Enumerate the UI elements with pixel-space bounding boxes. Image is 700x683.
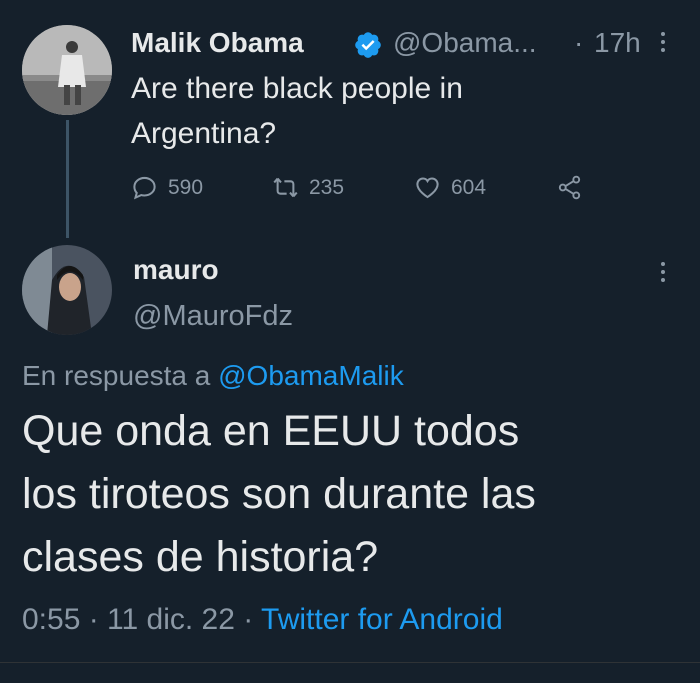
author-handle[interactable]: @Obama...: [393, 27, 537, 59]
reply-button[interactable]: 590: [131, 174, 203, 201]
tweet-text-line: clases de historia?: [22, 533, 379, 581]
divider: [0, 662, 700, 663]
retweet-icon: [273, 177, 298, 198]
tweet-timestamp[interactable]: 0:55 · 11 dic. 22 ·: [22, 603, 253, 636]
retweet-count: 235: [309, 175, 345, 199]
tweet-meta: 0:55 · 11 dic. 22 · Twitter for Android: [22, 603, 503, 637]
reply-prefix: En respuesta a: [22, 360, 211, 391]
verified-badge-icon: [353, 30, 383, 60]
thread-line: [66, 120, 69, 238]
reply-count: 590: [168, 175, 204, 199]
like-button[interactable]: 604: [414, 174, 486, 201]
like-count: 604: [451, 175, 487, 199]
more-options-icon[interactable]: [660, 32, 666, 52]
tweet-text-line: los tiroteos son durante las: [22, 470, 536, 518]
tweet-text-line: Are there black people in: [131, 72, 463, 105]
avatar-malik-obama[interactable]: [22, 25, 112, 115]
tweet-source[interactable]: Twitter for Android: [261, 603, 503, 636]
reply-icon: [133, 176, 156, 200]
reply-to-handle[interactable]: @ObamaMalik: [218, 360, 404, 391]
tweet-text-line: Argentina?: [131, 117, 277, 150]
heart-icon: [416, 177, 439, 199]
author-name[interactable]: Malik Obama: [131, 27, 304, 59]
tweet-text-line: Que onda en EEUU todos: [22, 407, 520, 455]
time-separator: ·: [574, 27, 584, 58]
tweet-time[interactable]: 17h: [594, 27, 641, 59]
share-button[interactable]: [556, 174, 583, 201]
author-handle[interactable]: @MauroFdz: [133, 300, 293, 333]
author-name[interactable]: mauro: [133, 254, 219, 286]
reply-context: En respuesta a @ObamaMalik: [22, 360, 404, 392]
avatar-mauro[interactable]: [22, 245, 112, 335]
more-options-icon[interactable]: [660, 262, 666, 282]
share-icon: [558, 175, 581, 200]
retweet-button[interactable]: 235: [272, 174, 344, 201]
